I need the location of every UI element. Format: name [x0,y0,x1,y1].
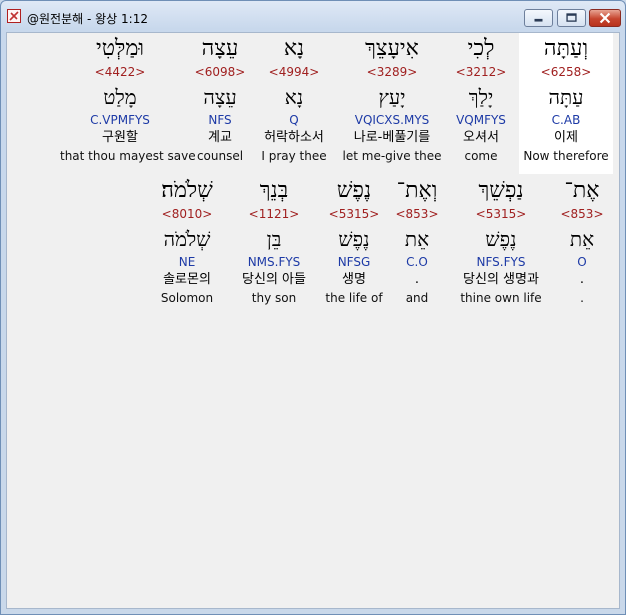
korean-gloss: 구원할 [102,130,138,145]
english-gloss: Solomon [160,291,214,305]
word-card[interactable]: וּמַלְּטִי <4422> מָלַט C.VPMFYS 구원할 tha… [60,35,196,164]
minimize-icon [534,18,543,22]
app-icon [7,9,21,23]
analysis-panel: וְעַתָּה <6258> עַתָּה C.AB 이제 Now there… [6,32,620,609]
maximize-icon [566,13,577,22]
hebrew-word: וּמַלְּטִי [95,36,145,61]
strong-number: <8010> [161,207,213,221]
window-title: @원전분해 - 왕상 1:12 [27,12,148,26]
korean-gloss: 솔로몬의 [163,272,211,287]
hebrew-lemma: שְׁלֹמֹה [163,227,211,251]
morph-code: C.VPMFYS [90,113,150,127]
app-window: @원전분해 - 왕상 1:12 וְעַתָּה <6258> עַתָּה C… [0,0,626,615]
close-button[interactable] [589,9,621,27]
minimize-button[interactable] [524,9,553,27]
maximize-button[interactable] [557,9,586,27]
close-icon [599,12,611,24]
english-gloss: that thou mayest save [60,149,196,163]
hebrew-lemma: מָלַט [103,85,137,109]
hebrew-word: שְׁלֹמֹה׃ [161,178,213,203]
strong-number: <4422> [94,65,146,79]
title-bar[interactable]: @원전분해 - 왕상 1:12 [1,1,625,31]
morph-code: NE [178,255,196,269]
word-card[interactable]: שְׁלֹמֹה׃ <8010> שְׁלֹמֹה NE 솔로몬의 Solomo… [127,177,247,306]
